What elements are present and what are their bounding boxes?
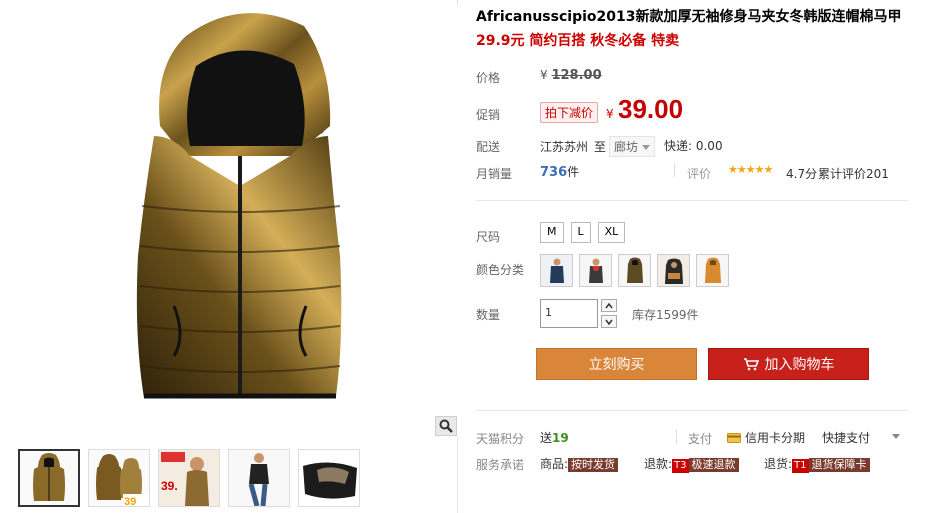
swatch-image	[580, 255, 611, 286]
buy-now-button[interactable]: 立刻购买	[536, 348, 697, 380]
original-price-currency: ¥	[540, 68, 548, 82]
original-price-value: 128.00	[551, 68, 602, 83]
product-title: Africanusscipio2013新款加厚无袖修身马夹女冬韩版连帽棉马甲	[476, 9, 902, 25]
points-number: 19	[552, 431, 569, 445]
service-item-refund[interactable]: 退款: T3 极速退款	[644, 455, 739, 473]
chevron-down-icon	[605, 319, 613, 325]
shipping-origin: 江苏苏州	[540, 140, 589, 154]
add-to-cart-label: 加入购物车	[764, 357, 835, 373]
product-subtitle: 29.9元 简约百搭 秋冬必备 特卖	[476, 33, 680, 49]
thumbnail-vest-image	[33, 453, 65, 501]
chevron-up-icon	[605, 302, 613, 308]
shipping-label: 配送	[476, 140, 501, 154]
swatch-image	[658, 255, 689, 286]
divider	[674, 163, 675, 177]
add-to-cart-button[interactable]: 加入购物车	[708, 348, 869, 380]
promo-price: 39.00	[618, 94, 684, 124]
thumbnail-model-image: 39.	[159, 450, 219, 506]
credit-installment-label: 信用卡分期	[745, 431, 806, 445]
size-option-l[interactable]: L	[570, 222, 591, 243]
thumbnail-1[interactable]	[18, 449, 80, 507]
color-swatch-bronze-vest[interactable]	[618, 254, 651, 287]
svg-text:39.: 39.	[161, 479, 178, 493]
section-divider	[476, 200, 908, 201]
original-price: ¥ 128.00	[540, 68, 602, 83]
rating-label: 评价	[687, 167, 712, 181]
color-swatch-hooded-black[interactable]	[657, 254, 690, 287]
promo-currency: ¥	[606, 107, 614, 121]
color-swatch-orange-vest[interactable]	[696, 254, 729, 287]
color-swatch-white-coat[interactable]	[540, 254, 573, 287]
shipping-to-text: 至	[594, 140, 607, 154]
thumbnail-5[interactable]	[298, 449, 360, 507]
service-item-return[interactable]: 退货: T1 退货保障卡	[764, 455, 870, 473]
service-item-delivery[interactable]: 商品: 按时发货	[540, 455, 619, 472]
service-tag: 退货保障卡	[808, 458, 870, 472]
product-gallery: 39 39.	[10, 0, 466, 513]
cart-icon	[743, 358, 759, 371]
credit-card-icon	[727, 432, 741, 443]
shipping-destination-value: 廊坊	[614, 140, 639, 154]
service-tag: 极速退款	[688, 458, 739, 472]
shipping-destination-select[interactable]: 廊坊	[609, 136, 656, 157]
divider	[676, 430, 677, 444]
chevron-down-icon[interactable]	[892, 434, 900, 439]
thumbnail-detail-image	[299, 450, 359, 506]
section-divider	[476, 410, 908, 411]
size-options: M L XL	[540, 222, 626, 243]
quantity-decrement-button[interactable]	[601, 315, 617, 328]
service-badge: T1	[792, 459, 809, 473]
color-swatch-red-scarf[interactable]	[579, 254, 612, 287]
points-value: 送19	[540, 429, 569, 446]
promo-tag: 拍下减价	[540, 102, 599, 123]
thumbnail-2[interactable]: 39	[88, 449, 150, 507]
points-label: 天猫积分	[476, 432, 525, 446]
service-prefix: 退款:	[644, 457, 673, 471]
credit-installment-option[interactable]: 信用卡分期	[727, 429, 805, 446]
quantity-increment-button[interactable]	[601, 299, 617, 312]
thumbnail-3[interactable]: 39.	[158, 449, 220, 507]
monthly-sales-count: 736	[540, 165, 568, 180]
service-tag: 按时发货	[568, 458, 619, 472]
thumbnail-vest-price-image: 39	[96, 454, 149, 507]
swatch-image	[619, 255, 650, 286]
monthly-sales-label: 月销量	[476, 167, 513, 181]
main-product-image[interactable]	[14, 6, 466, 436]
size-option-m[interactable]: M	[540, 222, 564, 243]
monthly-sales: 736件	[540, 163, 579, 180]
zoom-button[interactable]	[435, 416, 457, 436]
color-options	[540, 254, 729, 287]
vest-illustration	[136, 13, 342, 399]
thumbnail-strip: 39 39.	[18, 449, 360, 507]
swatch-image	[541, 255, 572, 286]
rating-count-link[interactable]: 累计评价201	[818, 165, 889, 182]
promo-label: 促销	[476, 108, 501, 122]
thumbnail-price-text: 39	[124, 496, 136, 507]
quantity-label: 数量	[476, 308, 501, 322]
swatch-image	[697, 255, 728, 286]
thumbnail-model-black-image	[229, 450, 289, 506]
service-prefix: 商品:	[540, 457, 569, 471]
service-prefix: 退货:	[764, 457, 793, 471]
rating-stars-icon: ★★★★★	[728, 163, 773, 176]
shipping-fee: 快递: 0.00	[664, 139, 723, 153]
service-label: 服务承诺	[476, 458, 525, 472]
quick-pay-option[interactable]: 快捷支付	[822, 429, 870, 446]
size-label: 尺码	[476, 230, 501, 244]
stock-count: 库存1599件	[632, 308, 699, 322]
monthly-sales-unit: 件	[567, 165, 580, 179]
thumbnail-4[interactable]	[228, 449, 290, 507]
chevron-down-icon	[642, 145, 651, 150]
rating-score: 4.7分	[786, 167, 818, 181]
size-option-xl[interactable]: XL	[597, 222, 626, 243]
price-label: 价格	[476, 71, 501, 85]
payment-label: 支付	[688, 432, 713, 446]
service-badge: T3	[672, 459, 689, 473]
color-label: 颜色分类	[476, 263, 525, 277]
quantity-input[interactable]: 1	[540, 299, 598, 328]
points-prefix: 送	[540, 431, 553, 445]
magnifier-icon	[439, 419, 453, 433]
